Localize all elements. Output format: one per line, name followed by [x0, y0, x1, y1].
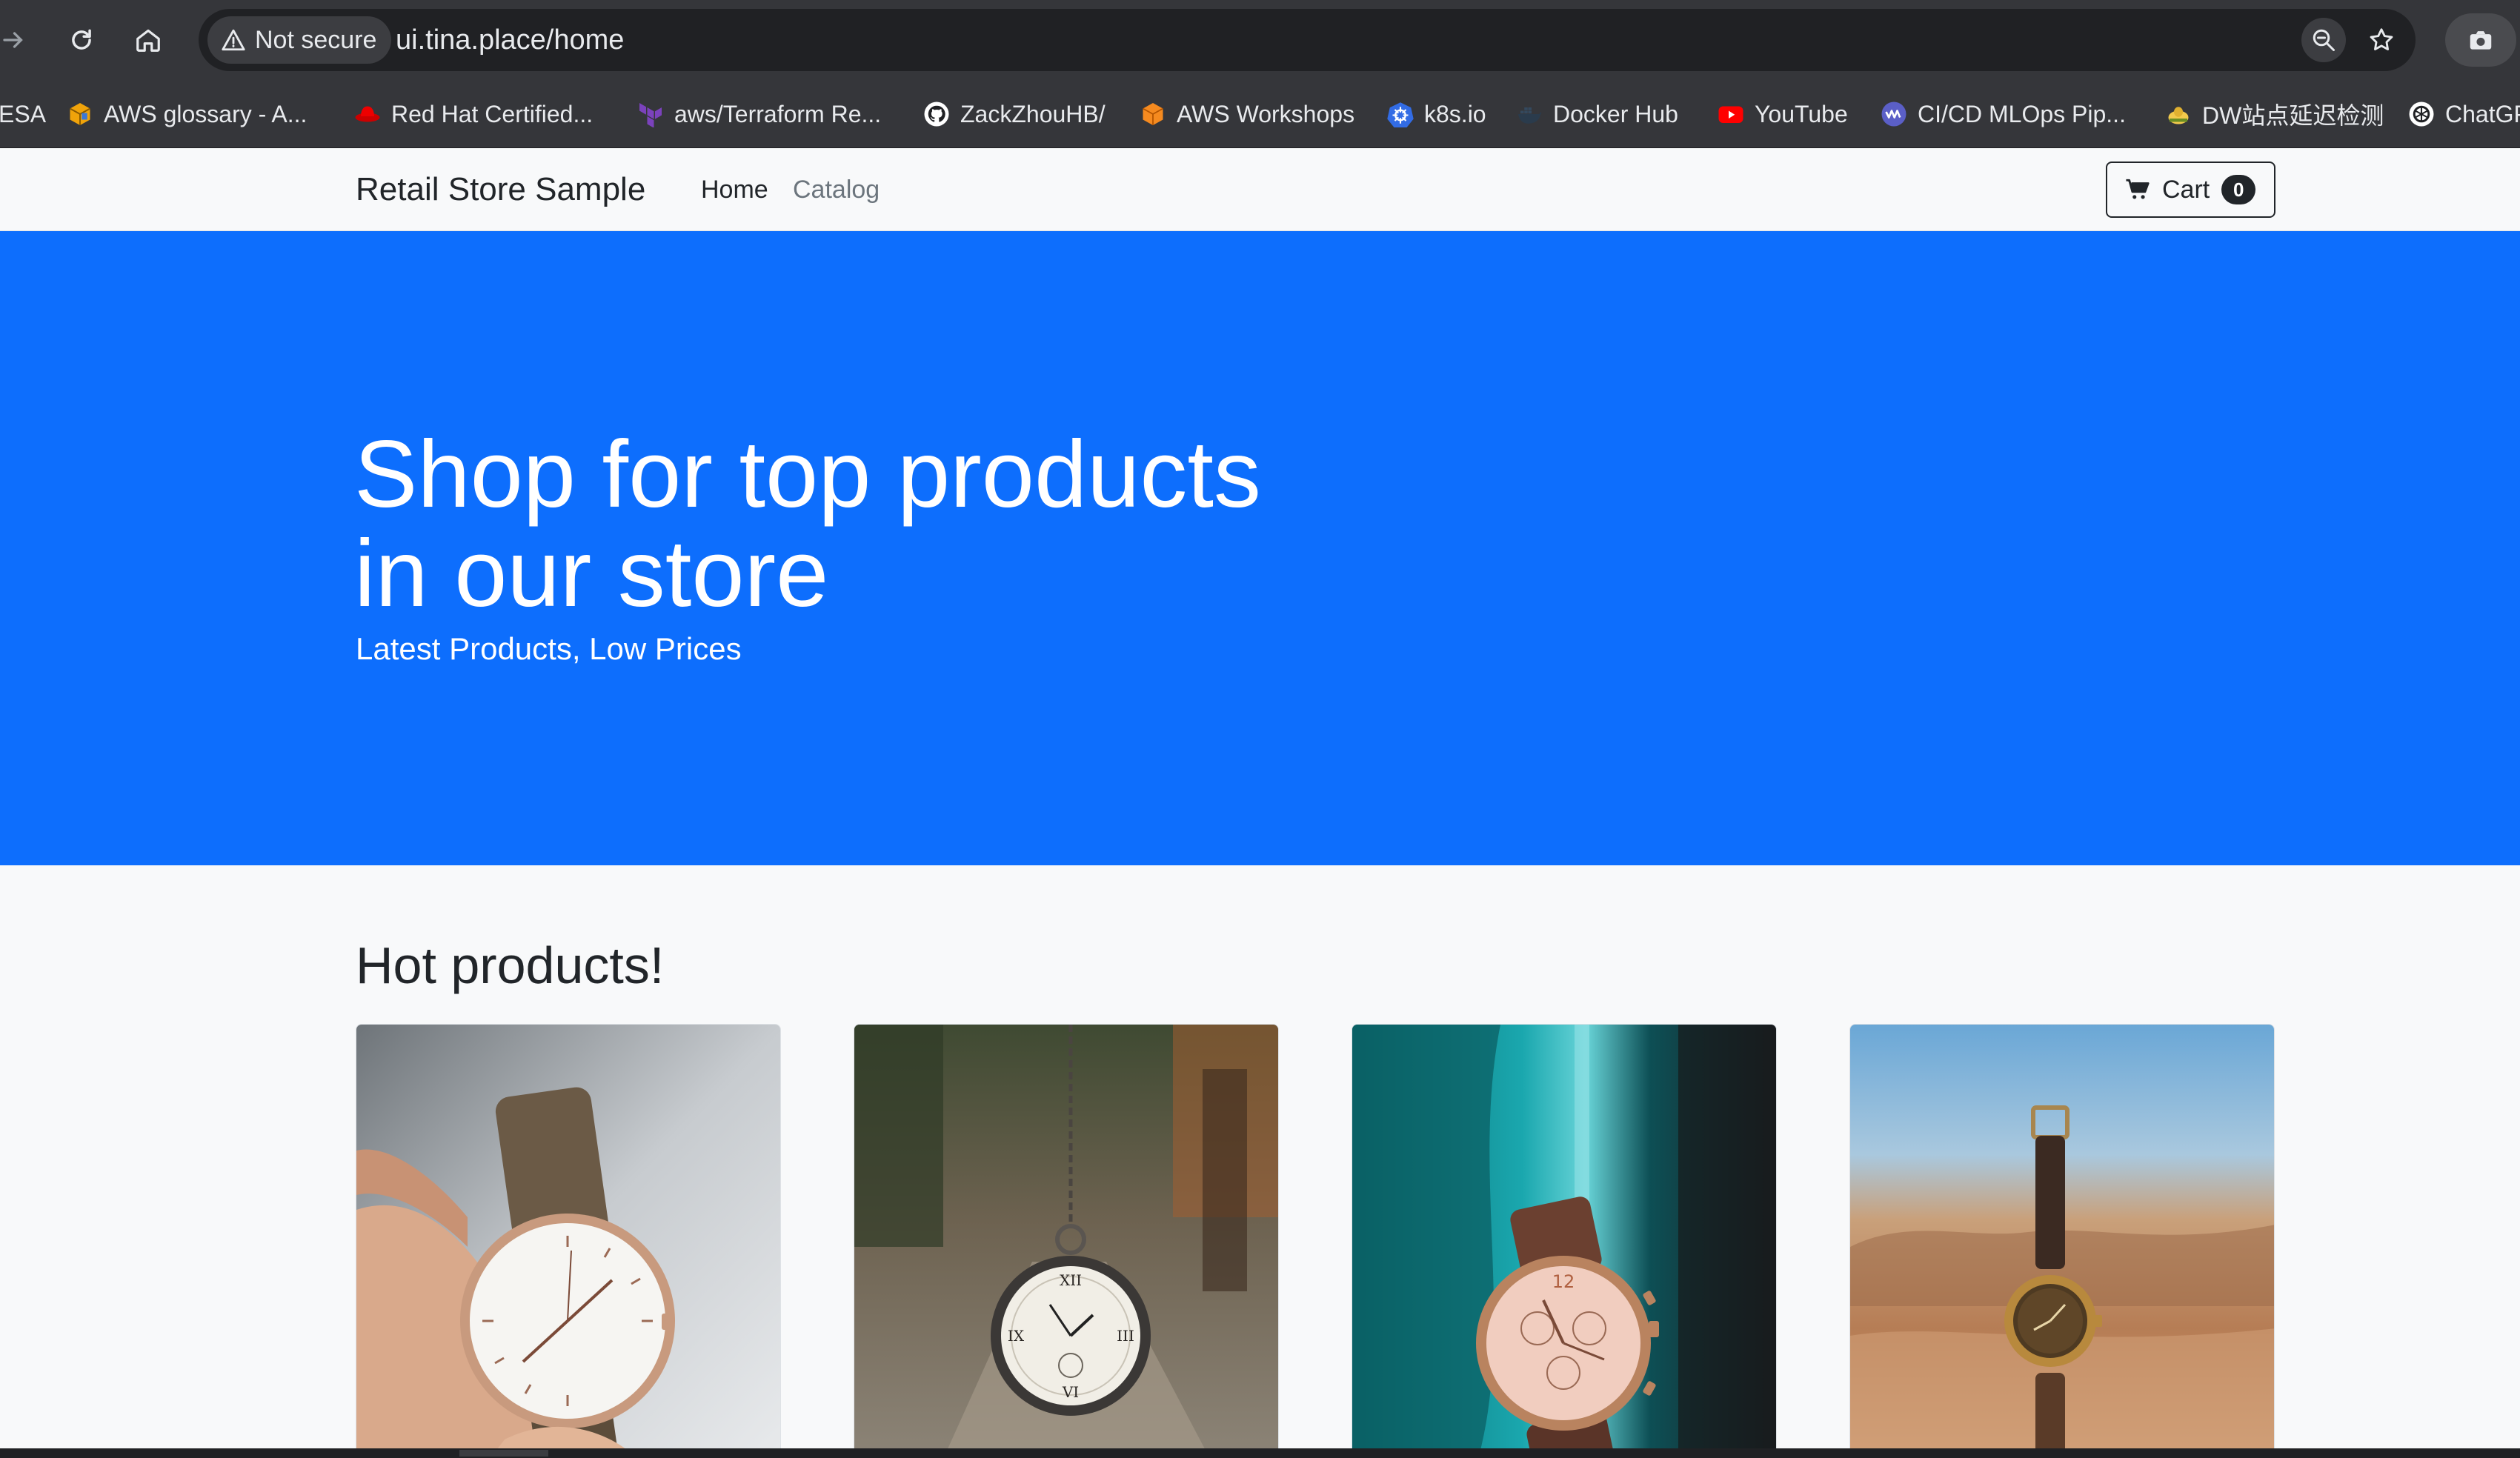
- zoom-button[interactable]: [2301, 18, 2346, 62]
- bookmark-docker-hub[interactable]: Docker Hub: [1516, 80, 1678, 148]
- aws-workshops-icon: [1140, 101, 1166, 127]
- svg-text:IX: IX: [1008, 1327, 1025, 1345]
- product-image-desert-watch[interactable]: [1850, 1025, 2275, 1458]
- bookmark-esa[interactable]: ESA: [0, 80, 46, 148]
- bookmark-mlops[interactable]: CI/CD MLOps Pip...: [1881, 80, 2126, 148]
- product-image-pocket-watch[interactable]: XII VI IX III: [854, 1025, 1279, 1458]
- bookmark-redhat[interactable]: Red Hat Certified...: [354, 80, 593, 148]
- bookmark-dw[interactable]: DW站点延迟检测: [2165, 80, 2384, 148]
- store-navbar: Retail Store Sample Home Catalog Cart 0: [0, 148, 2520, 231]
- hero-subtitle: Latest Products, Low Prices: [356, 631, 742, 666]
- bookmark-terraform[interactable]: aws/Terraform Re...: [637, 80, 881, 148]
- bookmark-label: AWS Workshops: [1177, 100, 1355, 127]
- youtube-icon: [1718, 101, 1744, 127]
- forward-button[interactable]: [0, 16, 37, 64]
- bookmark-k8s[interactable]: k8s.io: [1387, 80, 1486, 148]
- bookmark-github[interactable]: ZackZhouHB/: [923, 80, 1106, 148]
- svg-text:12: 12: [1552, 1271, 1575, 1292]
- bookmark-aws-glossary[interactable]: AWS glossary - A...: [67, 80, 307, 148]
- hero-title-line-1: Shop for top products: [354, 422, 1261, 527]
- browser-toolbar: Not secure ui.tina.place/home: [0, 0, 2520, 80]
- reload-icon: [72, 29, 91, 50]
- bookmark-youtube[interactable]: YouTube: [1718, 80, 1848, 148]
- hero-title-line-2: in our store: [354, 521, 829, 627]
- hot-products-title: Hot products!: [356, 936, 665, 994]
- product-card[interactable]: [356, 1024, 781, 1458]
- product-card[interactable]: 12: [1352, 1024, 1777, 1458]
- arrow-right-icon: [3, 32, 23, 48]
- aws-cube-icon: [67, 101, 93, 127]
- bookmark-label: aws/Terraform Re...: [674, 100, 882, 127]
- security-label: Not secure: [255, 25, 377, 54]
- extension-button[interactable]: [2445, 13, 2516, 67]
- cart-button[interactable]: Cart 0: [2106, 162, 2275, 218]
- dw-icon: [2165, 101, 2192, 127]
- bookmark-aws-workshops[interactable]: AWS Workshops: [1140, 80, 1354, 148]
- bookmark-label: ChatGP: [2445, 100, 2520, 127]
- product-image-hand-watch[interactable]: [356, 1025, 781, 1458]
- svg-text:III: III: [1117, 1327, 1134, 1345]
- hero-banner: Shop for top products in our store Lates…: [0, 231, 2520, 865]
- star-icon: [2370, 28, 2393, 50]
- mlops-icon: [1881, 101, 1907, 127]
- terraform-icon: [637, 101, 664, 127]
- warning-icon: [222, 29, 245, 51]
- svg-text:VI: VI: [1062, 1383, 1079, 1401]
- bookmark-label: Docker Hub: [1553, 100, 1678, 127]
- hero-title: Shop for top products in our store: [354, 425, 1317, 624]
- horizontal-scrollbar[interactable]: [0, 1448, 2520, 1458]
- bookmark-star-button[interactable]: [2359, 18, 2404, 62]
- home-icon: [136, 29, 160, 52]
- bookmark-chatgpt[interactable]: ChatGP: [2408, 80, 2520, 148]
- address-bar[interactable]: Not secure ui.tina.place/home: [199, 9, 2416, 71]
- nav-catalog-link[interactable]: Catalog: [793, 148, 880, 231]
- nav-home-link[interactable]: Home: [701, 148, 768, 231]
- shopping-cart-icon: [2126, 179, 2150, 199]
- store-brand[interactable]: Retail Store Sample: [356, 148, 645, 231]
- security-chip[interactable]: Not secure: [207, 16, 392, 64]
- kubernetes-icon: [1387, 101, 1414, 127]
- svg-text:XII: XII: [1060, 1271, 1082, 1289]
- bookmark-label: DW站点延迟检测: [2202, 102, 2384, 129]
- chatgpt-icon: [2408, 101, 2435, 127]
- scrollbar-thumb[interactable]: [459, 1450, 548, 1457]
- url-text[interactable]: ui.tina.place/home: [396, 9, 624, 71]
- bookmark-label: Red Hat Certified...: [391, 100, 594, 127]
- bookmark-label: YouTube: [1755, 100, 1848, 127]
- bookmark-label: CI/CD MLOps Pip...: [1918, 100, 2126, 127]
- bookmark-label: AWS glossary - A...: [104, 100, 307, 127]
- product-card[interactable]: XII VI IX III: [854, 1024, 1279, 1458]
- cart-count-badge: 0: [2221, 175, 2256, 204]
- home-button[interactable]: [124, 16, 172, 64]
- redhat-icon: [354, 101, 381, 127]
- docker-icon: [1516, 101, 1543, 127]
- bookmark-label: ESA: [0, 100, 47, 127]
- bookmark-label: ZackZhouHB/: [960, 100, 1106, 127]
- product-card[interactable]: [1849, 1024, 2275, 1458]
- github-icon: [923, 101, 950, 127]
- cart-label: Cart: [2162, 175, 2210, 204]
- bookmark-label: k8s.io: [1424, 100, 1486, 127]
- camera-icon: [2470, 31, 2492, 50]
- reload-button[interactable]: [58, 16, 105, 64]
- zoom-icon: [2313, 29, 2335, 51]
- bookmarks-bar: ESA AWS glossary - A... Red Hat Certifie…: [0, 80, 2520, 148]
- product-image-teal-watch[interactable]: 12: [1352, 1025, 1777, 1458]
